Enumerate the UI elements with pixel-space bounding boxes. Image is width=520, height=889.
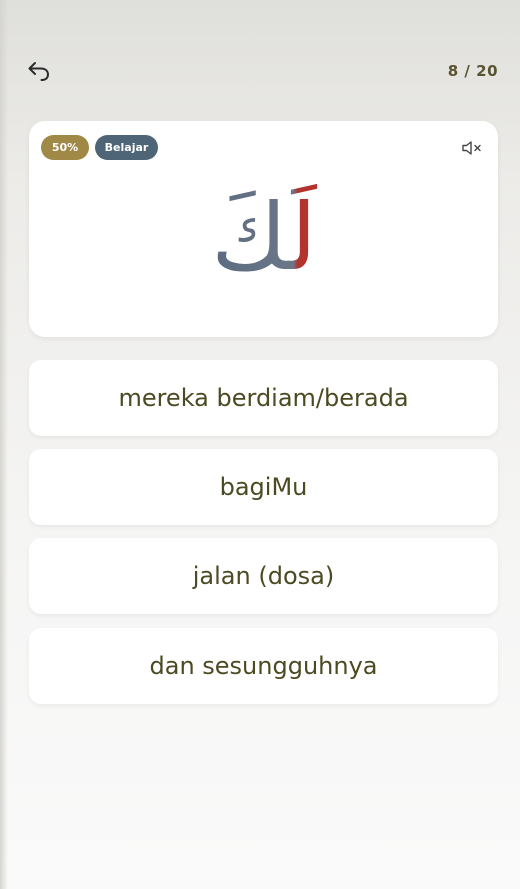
answer-option-1[interactable]: mereka berdiam/berada — [29, 360, 498, 436]
question-counter: 8 / 20 — [447, 62, 498, 80]
answer-option-2[interactable]: bagiMu — [29, 449, 498, 525]
word-card: 50% Belajar لَكَ — [29, 121, 498, 337]
undo-arrow-icon — [28, 62, 50, 81]
answer-option-3[interactable]: jalan (dosa) — [29, 538, 498, 614]
progress-badge: 50% — [41, 135, 89, 160]
mute-button[interactable] — [460, 137, 484, 159]
arabic-word: لَكَ — [29, 177, 498, 287]
window-edge-shadow — [0, 0, 8, 889]
answer-option-4[interactable]: dan sesungguhnya — [29, 628, 498, 704]
back-button[interactable] — [24, 56, 54, 86]
arabic-word-text: لَكَ — [211, 183, 318, 287]
mode-badge: Belajar — [95, 135, 158, 160]
speaker-muted-icon — [462, 141, 481, 155]
